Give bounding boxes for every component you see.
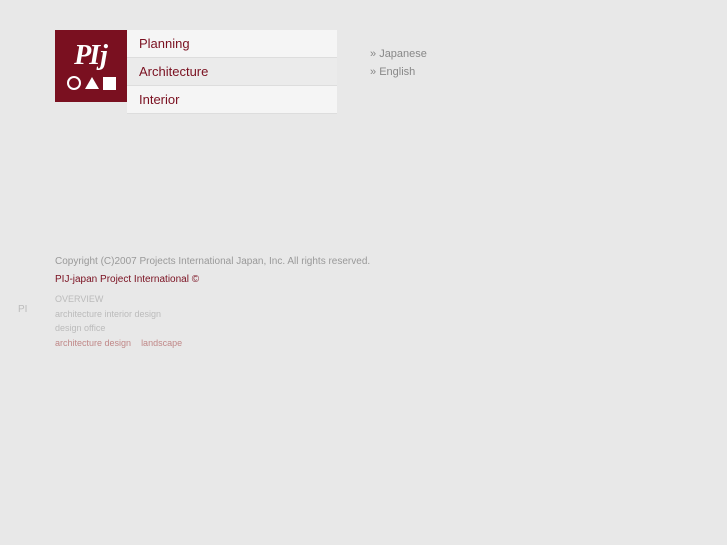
small-text-link-landscape[interactable]: landscape bbox=[141, 338, 182, 348]
small-text-line4: architecture design landscape bbox=[55, 336, 182, 350]
logo-pi-text: PI bbox=[74, 42, 98, 70]
logo-shapes bbox=[67, 76, 116, 90]
logo: PI j bbox=[55, 30, 127, 102]
small-text-block: OVERVIEW architecture interior design de… bbox=[55, 292, 182, 350]
page-wrapper: PI j Planning Architecture Interior Japa… bbox=[0, 0, 727, 545]
english-link[interactable]: English bbox=[370, 66, 427, 78]
japanese-link[interactable]: Japanese bbox=[370, 48, 427, 60]
copyright-text: Copyright (C)2007 Projects International… bbox=[55, 256, 370, 267]
nav-item-interior[interactable]: Interior bbox=[127, 86, 337, 114]
logo-square-icon bbox=[103, 77, 116, 90]
nav-item-planning[interactable]: Planning bbox=[127, 30, 337, 58]
footer-link[interactable]: PIJ-japan Project International © bbox=[55, 274, 199, 285]
logo-top: PI j bbox=[59, 42, 123, 70]
logo-triangle-icon bbox=[85, 77, 99, 89]
nav-item-architecture[interactable]: Architecture bbox=[127, 58, 337, 86]
pi-side-label: PI bbox=[18, 304, 27, 315]
header: PI j Planning Architecture Interior bbox=[55, 30, 337, 114]
small-text-overview: OVERVIEW bbox=[55, 292, 182, 306]
footer: Copyright (C)2007 Projects International… bbox=[55, 256, 370, 285]
small-text-line2: architecture interior design bbox=[55, 307, 182, 321]
language-links: Japanese English bbox=[370, 48, 427, 78]
logo-j-text: j bbox=[100, 42, 108, 70]
small-text-link-arch[interactable]: architecture design bbox=[55, 338, 131, 348]
small-text-line3: design office bbox=[55, 321, 182, 335]
main-nav: Planning Architecture Interior bbox=[127, 30, 337, 114]
logo-circle-icon bbox=[67, 76, 81, 90]
